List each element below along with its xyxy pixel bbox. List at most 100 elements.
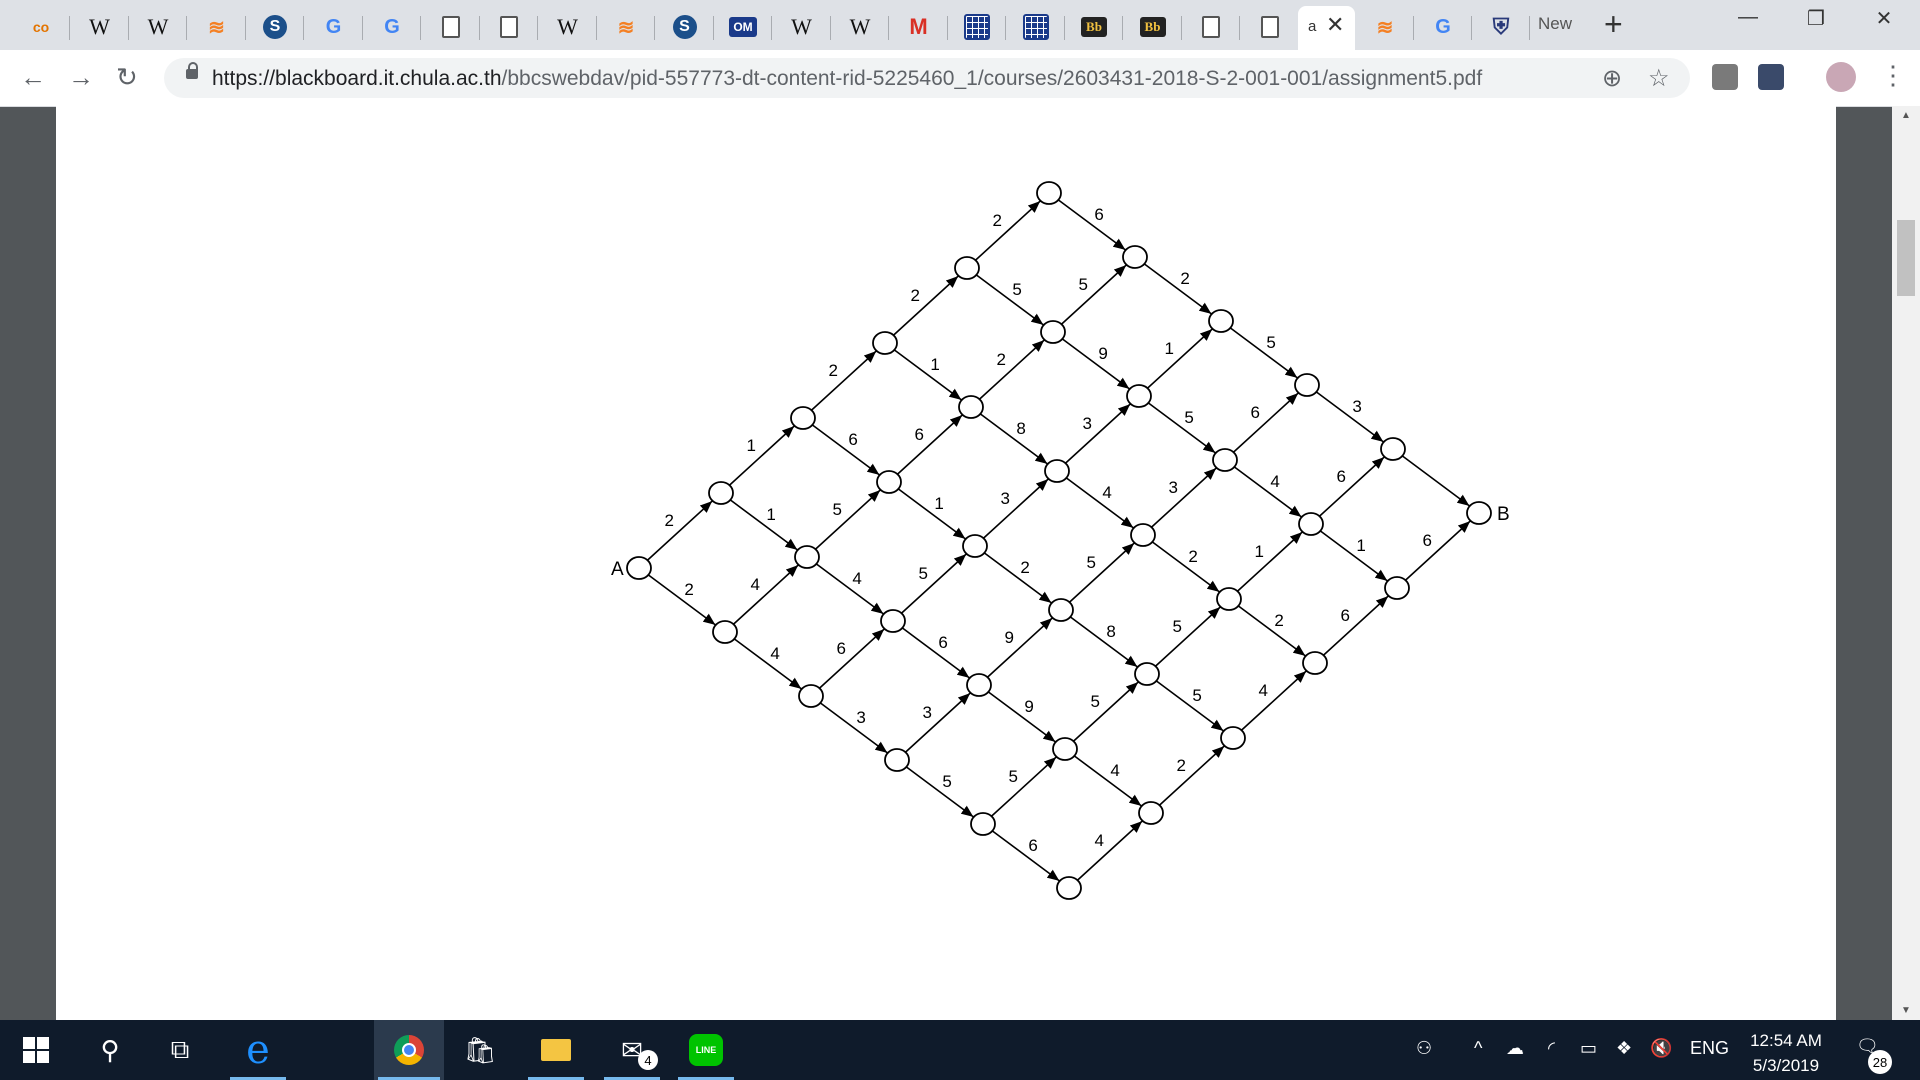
wifi-icon[interactable]: ◜ (1548, 1038, 1555, 1059)
edge-weight-label: 6 (848, 430, 857, 449)
edge-weight-label: 4 (1270, 472, 1279, 491)
tab[interactable] (948, 6, 1006, 48)
tab[interactable] (422, 6, 480, 48)
onedrive-cloud-icon[interactable]: ☁ (1506, 1038, 1524, 1059)
tab[interactable]: Bb (1065, 6, 1123, 48)
dropbox-icon[interactable]: ❖ (1616, 1038, 1632, 1059)
file-explorer-icon[interactable] (524, 1020, 588, 1080)
graph-edge (894, 349, 962, 401)
tab[interactable]: S (656, 6, 714, 48)
tab[interactable]: W (129, 6, 187, 48)
tab[interactable]: ≋ (597, 6, 655, 48)
edge-weight-label: 5 (1009, 767, 1018, 786)
wikipedia-icon: W (849, 14, 871, 39)
graph-edge (1237, 531, 1303, 592)
tab[interactable] (1182, 6, 1240, 48)
graph-edge (1152, 541, 1220, 593)
edge-weight-label: 4 (1102, 483, 1111, 502)
start-button[interactable] (4, 1020, 68, 1080)
graph-edge (1070, 616, 1138, 668)
language-indicator[interactable]: ENG (1690, 1038, 1729, 1059)
volume-muted-icon[interactable]: 🔇 (1650, 1038, 1672, 1059)
tab[interactable]: W (539, 6, 597, 48)
tab-active[interactable]: a ✕ (1298, 6, 1355, 50)
calendar-grid-icon (964, 14, 990, 40)
graph-edge (729, 425, 795, 486)
wikipedia-icon: W (557, 14, 578, 39)
tab[interactable]: ≋ (1356, 6, 1414, 48)
forward-icon[interactable]: → (68, 62, 94, 93)
pdf-page: 2 2 4 4 6 3 3 5 5 6 4 1 1 5 4 5 6 9 9 5 4 2 2 6 6 1 3 2 5 8 5 5 4 2 1 2 8 3 4 3… (56, 106, 1836, 1020)
mail-icon[interactable]: ✉ 4 (600, 1020, 664, 1080)
scrollbar[interactable]: ▲ ▼ (1892, 106, 1920, 1020)
scroll-thumb[interactable] (1897, 220, 1915, 296)
document-icon (1202, 16, 1220, 38)
battery-icon[interactable]: ▭ (1580, 1038, 1597, 1059)
edge-weight-label: 6 (1341, 606, 1350, 625)
scroll-up-icon[interactable]: ▲ (1901, 110, 1911, 121)
address-bar[interactable]: https://blackboard.it.chula.ac.th/bbcswe… (164, 58, 1690, 98)
reload-icon[interactable]: ↻ (116, 62, 138, 93)
close-window-icon[interactable]: ✕ (1864, 6, 1904, 31)
tab[interactable]: G (363, 6, 421, 48)
graph-node (1138, 801, 1164, 825)
tab[interactable]: co (12, 6, 70, 48)
close-tab-icon[interactable]: ✕ (1326, 12, 1344, 38)
new-tab-button[interactable]: + (1604, 6, 1623, 43)
restore-icon[interactable]: ❐ (1796, 6, 1836, 31)
tab[interactable]: ≋ (188, 6, 246, 48)
tab[interactable] (1007, 6, 1065, 48)
edge-weight-label: 2 (684, 580, 693, 599)
google-icon: G (325, 15, 342, 38)
tab[interactable]: OM (714, 6, 772, 48)
edge-weight-label: 2 (829, 361, 838, 380)
people-icon[interactable]: ⚇ (1416, 1038, 1432, 1059)
tab[interactable]: W (773, 6, 831, 48)
chrome-icon[interactable] (374, 1020, 444, 1080)
graph-edge (979, 339, 1045, 400)
zoom-icon[interactable]: ⊕ (1602, 64, 1622, 93)
extension-bag-icon[interactable] (1712, 64, 1738, 90)
graph-edge (1159, 745, 1225, 806)
graph-edge (1319, 456, 1385, 517)
tab[interactable]: W (71, 6, 129, 48)
edge-weight-label: 6 (1251, 403, 1260, 422)
avatar[interactable] (1826, 62, 1856, 92)
graph-edge (992, 830, 1060, 882)
minimize-icon[interactable]: — (1728, 6, 1768, 29)
menu-kebab-icon[interactable]: ⋮ (1880, 60, 1906, 91)
graph-node (1208, 309, 1234, 333)
graph-node (1220, 726, 1246, 750)
tab[interactable]: S (246, 6, 304, 48)
graph-edge (1230, 327, 1298, 379)
bookmark-star-icon[interactable]: ☆ (1648, 64, 1670, 93)
tab[interactable]: ⛨ (1472, 6, 1530, 48)
scroll-down-icon[interactable]: ▼ (1901, 1005, 1911, 1016)
tab[interactable] (480, 6, 538, 48)
graph-edge (1234, 466, 1302, 518)
show-hidden-icons-chevron-icon[interactable]: ^ (1474, 1038, 1482, 1059)
search-icon[interactable]: ⚲ (78, 1020, 142, 1080)
tab[interactable] (1241, 6, 1299, 48)
tab[interactable]: Bb (1124, 6, 1182, 48)
graph-node (1298, 512, 1324, 536)
google-icon: G (384, 15, 400, 38)
edge-icon[interactable]: e (226, 1020, 290, 1080)
line-app-icon[interactable]: LINE (674, 1020, 738, 1080)
tab[interactable]: G (1414, 6, 1472, 48)
extension-pen-icon[interactable] (1758, 64, 1784, 90)
tab-new-title[interactable]: New (1538, 14, 1572, 34)
graph-edge (730, 499, 798, 551)
lock-icon (186, 62, 198, 79)
tab[interactable]: W (831, 6, 889, 48)
task-view-icon[interactable]: ⧉ (148, 1020, 212, 1080)
google-icon: G (1435, 15, 1451, 38)
tab[interactable]: M (890, 6, 948, 48)
graph-edge (1238, 605, 1306, 657)
edge-weight-label: 2 (665, 511, 674, 530)
store-icon[interactable]: 🛍 (448, 1020, 512, 1080)
tab[interactable]: G (305, 6, 363, 48)
url-path: /bbcswebdav/pid-557773-dt-content-rid-52… (501, 67, 1483, 90)
back-icon[interactable]: ← (20, 62, 46, 93)
clock[interactable]: 12:54 AM 5/3/2019 (1736, 1028, 1836, 1078)
